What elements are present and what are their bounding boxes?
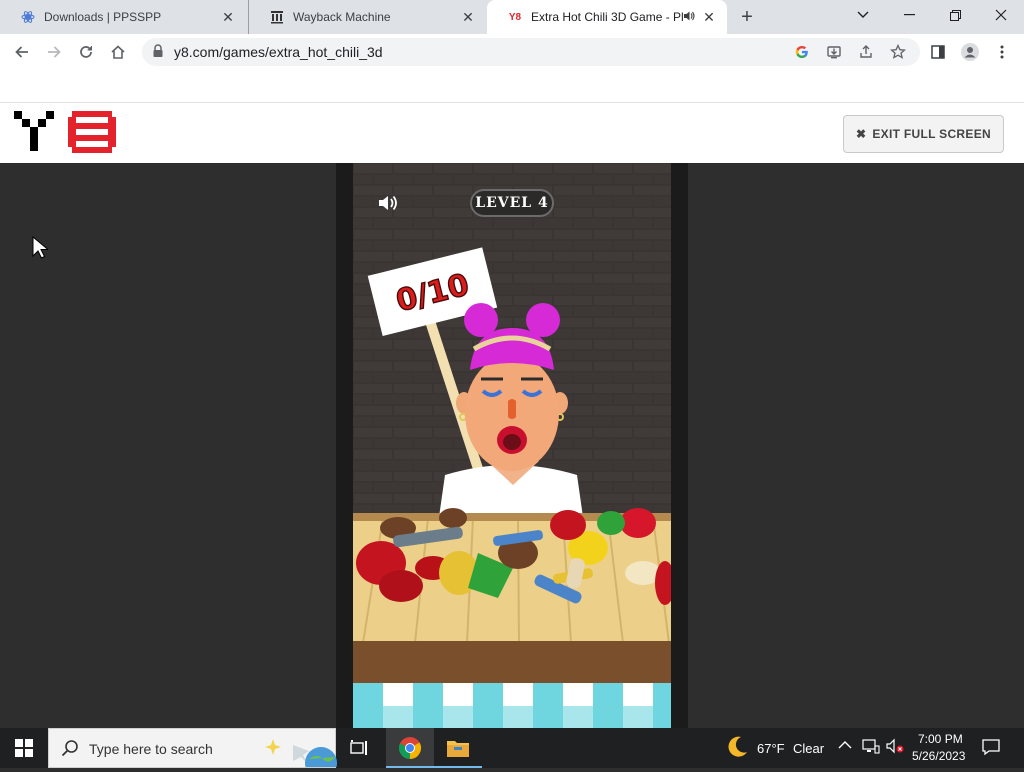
close-tab-icon[interactable]: ✕ [220,9,236,25]
network-icon[interactable] [862,738,880,757]
clock-time[interactable]: 7:00 PM [918,732,963,746]
tab-strip: Downloads | PPSSPP ✕ Wayback Machine ✕ Y… [0,0,1024,34]
close-icon: ✖ [856,127,867,141]
search-highlight-icon [263,733,337,772]
tab-title: Extra Hot Chili 3D Game - Pl [531,10,683,24]
tab-extra-hot-chili[interactable]: Y8 Extra Hot Chili 3D Game - Pl ✕ [487,0,727,34]
weather-moon-icon[interactable] [724,734,750,763]
weather-condition[interactable]: Clear [793,741,824,756]
windows-taskbar: Type here to search 67°F Clear 7:00 PM 5… [0,728,1024,772]
chrome-taskbar-icon[interactable] [386,728,434,768]
ppsspp-favicon-icon [20,9,36,25]
new-tab-button[interactable]: + [735,5,759,29]
reload-button[interactable] [72,38,100,66]
game-canvas[interactable]: 0/10 LEVEL 4 [353,163,671,728]
tab-downloads-ppsspp[interactable]: Downloads | PPSSPP ✕ [0,0,246,34]
weather-temp[interactable]: 67°F [757,741,785,756]
volume-muted-icon[interactable] [886,738,904,757]
search-placeholder: Type here to search [89,741,213,757]
back-button[interactable] [8,38,36,66]
windows-start-button[interactable] [0,728,48,768]
url-text[interactable]: y8.com/games/extra_hot_chili_3d [174,44,383,60]
restore-window-icon[interactable] [935,0,975,30]
file-explorer-icon[interactable] [434,728,482,768]
archive-favicon-icon [269,9,285,25]
address-bar[interactable]: y8.com/games/extra_hot_chili_3d [142,38,920,66]
top-spacer [0,70,1024,102]
exit-label: EXIT FULL SCREEN [872,127,991,141]
browser-toolbar: y8.com/games/extra_hot_chili_3d [0,34,1024,70]
forward-button[interactable] [40,38,68,66]
minimize-window-icon[interactable] [889,0,929,30]
tab-search-chevron-icon[interactable] [843,0,883,30]
tab-wayback-machine[interactable]: Wayback Machine ✕ [248,0,486,34]
notifications-icon[interactable] [982,738,1000,759]
close-tab-icon[interactable]: ✕ [701,9,717,25]
y8-favicon-icon: Y8 [508,11,522,23]
home-button[interactable] [104,38,132,66]
game-frame: 0/10 LEVEL 4 [336,163,688,728]
more-menu-icon[interactable] [988,38,1016,66]
google-icon[interactable] [792,42,812,62]
level-badge: LEVEL 4 [470,189,554,217]
close-tab-icon[interactable]: ✕ [460,9,476,25]
profile-avatar-icon[interactable] [956,38,984,66]
chevron-up-icon[interactable] [838,738,852,753]
y8-logo[interactable] [14,111,116,157]
mouse-cursor-icon [32,235,50,260]
tab-title: Downloads | PPSSPP [44,10,162,24]
audio-playing-icon[interactable] [683,10,695,25]
level-label: LEVEL 4 [475,195,549,211]
exit-full-screen-button[interactable]: ✖ EXIT FULL SCREEN [843,115,1004,153]
tab-title: Wayback Machine [293,10,391,24]
side-panel-icon[interactable] [924,38,952,66]
task-view-icon[interactable] [336,728,384,768]
taskbar-search-box[interactable]: Type here to search [48,728,337,772]
close-window-icon[interactable] [981,0,1021,30]
site-header: ✖ EXIT FULL SCREEN [0,102,1024,163]
clock-date[interactable]: 5/26/2023 [912,749,965,763]
search-icon [61,739,81,759]
lock-icon[interactable] [152,44,166,60]
share-icon[interactable] [856,42,876,62]
bookmark-star-icon[interactable] [888,42,908,62]
sound-toggle-icon[interactable] [377,193,399,213]
install-app-icon[interactable] [824,42,844,62]
page-content: ✖ EXIT FULL SCREEN 0/10 LEVEL 4 [0,70,1024,728]
